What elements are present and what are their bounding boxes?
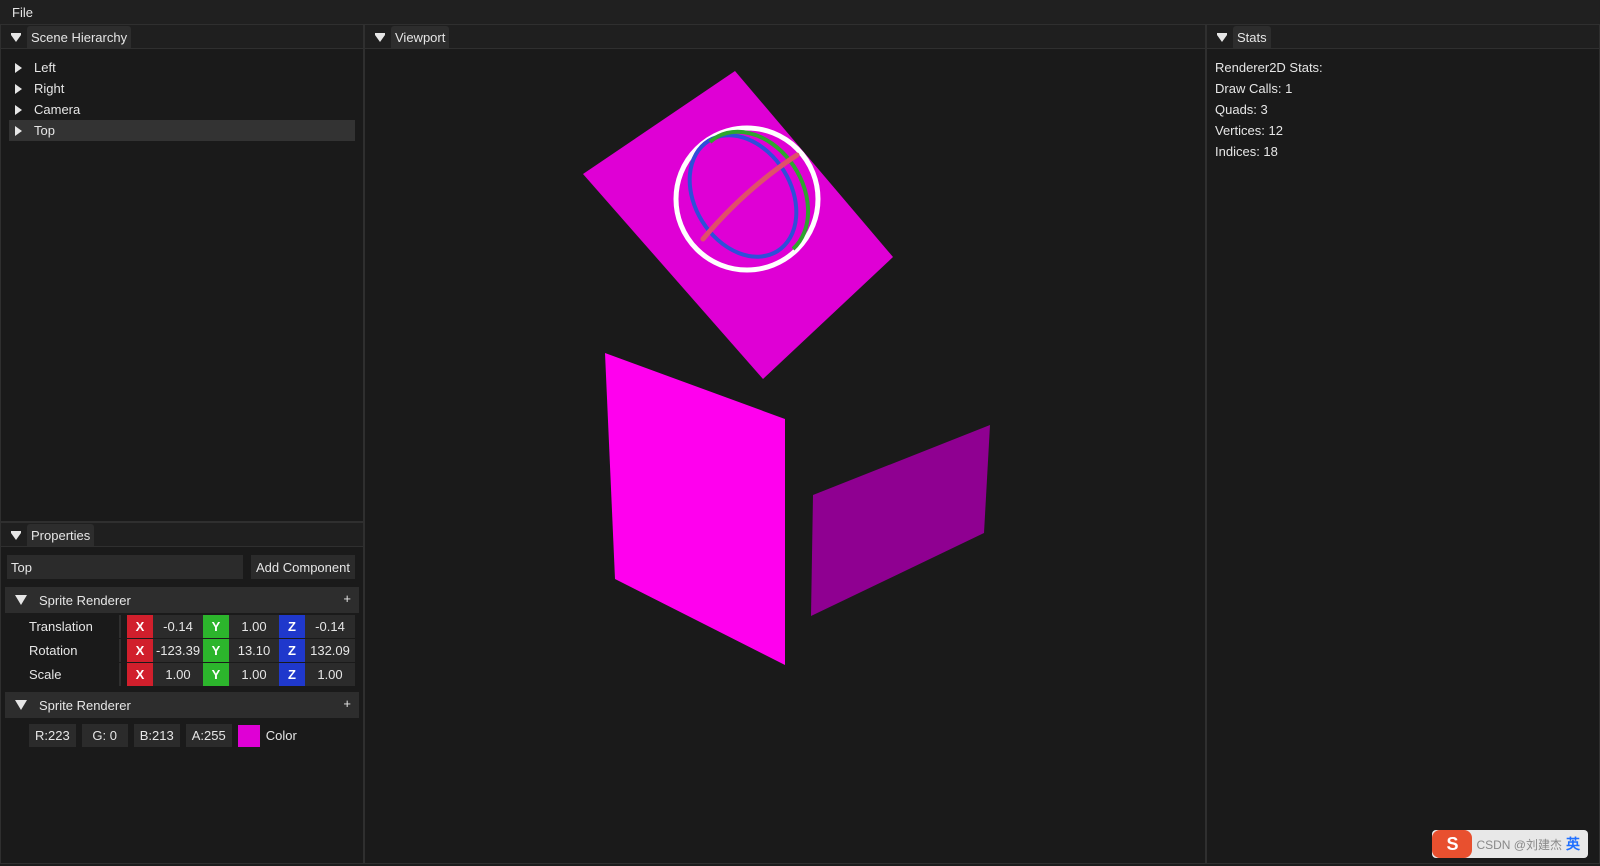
stat-quads: Quads: 3	[1215, 99, 1591, 120]
tree-item-label: Camera	[34, 102, 80, 117]
viewport-panel: Viewport	[364, 24, 1206, 864]
color-editor: R:223 G: 0 B:213 A:255 Color	[1, 724, 363, 747]
add-component-button[interactable]: Add Component	[251, 555, 355, 579]
component-title: Sprite Renderer	[39, 698, 131, 713]
tab-stats[interactable]: Stats	[1233, 26, 1271, 48]
left-quad[interactable]	[605, 353, 785, 665]
reset-y-button[interactable]: Y	[203, 639, 229, 662]
collapse-icon[interactable]	[1213, 28, 1231, 48]
tree-item-label: Left	[34, 60, 56, 75]
stats-heading: Renderer2D Stats:	[1215, 57, 1591, 78]
right-quad[interactable]	[811, 425, 990, 616]
reset-x-button[interactable]: X	[127, 615, 153, 638]
color-label: Color	[266, 728, 297, 743]
reset-z-button[interactable]: Z	[279, 639, 305, 662]
csdn-logo-icon: S	[1432, 830, 1472, 858]
translation-label: Translation	[1, 619, 119, 634]
rotation-row: Rotation X -123.39 Y 13.10 Z 132.09	[1, 639, 363, 662]
transform-fields: Translation X -0.14 Y 1.00 Z -0.14 Rotat…	[1, 615, 363, 686]
scene-hierarchy-panel: Scene Hierarchy Left Right Camera Top	[0, 24, 364, 522]
component-settings-button[interactable]: +	[343, 696, 351, 711]
expand-arrow-icon[interactable]	[15, 63, 22, 73]
tree-item-left[interactable]: Left	[9, 57, 355, 78]
color-b-field[interactable]: B:213	[134, 724, 180, 747]
color-a-field[interactable]: A:255	[186, 724, 232, 747]
tree-item-right[interactable]: Right	[9, 78, 355, 99]
tab-properties[interactable]: Properties	[27, 524, 94, 546]
collapse-icon[interactable]	[371, 28, 389, 48]
tree-item-top[interactable]: Top	[9, 120, 355, 141]
top-quad[interactable]	[583, 71, 893, 379]
tab-scene-hierarchy[interactable]: Scene Hierarchy	[27, 26, 131, 48]
color-swatch[interactable]	[238, 725, 260, 747]
component-settings-button[interactable]: +	[343, 591, 351, 606]
properties-panel: Properties Add Component Sprite Renderer…	[0, 522, 364, 864]
stat-vertices: Vertices: 12	[1215, 120, 1591, 141]
scale-z-field[interactable]: 1.00	[305, 663, 355, 686]
reset-y-button[interactable]: Y	[203, 615, 229, 638]
reset-x-button[interactable]: X	[127, 663, 153, 686]
component-title: Sprite Renderer	[39, 593, 131, 608]
translation-y-field[interactable]: 1.00	[229, 615, 279, 638]
scale-label: Scale	[1, 667, 119, 682]
translation-z-field[interactable]: -0.14	[305, 615, 355, 638]
stats-header: Stats	[1207, 25, 1599, 49]
rotation-x-field[interactable]: -123.39	[153, 639, 203, 662]
expand-arrow-icon[interactable]	[15, 105, 22, 115]
scene-tree: Left Right Camera Top	[1, 49, 363, 141]
stats-panel: Stats Renderer2D Stats: Draw Calls: 1 Qu…	[1206, 24, 1600, 864]
scene-render	[365, 49, 1205, 863]
rotation-label: Rotation	[1, 643, 119, 658]
stat-draw-calls: Draw Calls: 1	[1215, 78, 1591, 99]
scale-x-field[interactable]: 1.00	[153, 663, 203, 686]
properties-header: Properties	[1, 523, 363, 547]
tab-viewport[interactable]: Viewport	[391, 26, 449, 48]
color-g-field[interactable]: G: 0	[82, 724, 128, 747]
translation-x-field[interactable]: -0.14	[153, 615, 203, 638]
viewport-canvas[interactable]	[365, 49, 1205, 863]
transform-component-header[interactable]: Sprite Renderer +	[5, 587, 359, 613]
scene-hierarchy-header: Scene Hierarchy	[1, 25, 363, 49]
watermark: S CSDN @刘建杰 英	[1432, 830, 1588, 858]
menu-bar: File	[0, 0, 1600, 24]
scale-row: Scale X 1.00 Y 1.00 Z 1.00	[1, 663, 363, 686]
stat-indices: Indices: 18	[1215, 141, 1591, 162]
entity-row: Add Component	[1, 547, 363, 579]
tree-item-camera[interactable]: Camera	[9, 99, 355, 120]
collapse-icon[interactable]	[15, 595, 27, 605]
reset-x-button[interactable]: X	[127, 639, 153, 662]
watermark-text: CSDN @刘建杰	[1476, 836, 1562, 853]
reset-z-button[interactable]: Z	[279, 663, 305, 686]
collapse-icon[interactable]	[7, 526, 25, 546]
reset-z-button[interactable]: Z	[279, 615, 305, 638]
entity-name-input[interactable]	[7, 555, 243, 579]
rotation-y-field[interactable]: 13.10	[229, 639, 279, 662]
stats-body: Renderer2D Stats: Draw Calls: 1 Quads: 3…	[1207, 49, 1599, 170]
ime-indicator-icon: 英	[1566, 834, 1580, 854]
color-r-field[interactable]: R:223	[29, 724, 76, 747]
rotation-z-field[interactable]: 132.09	[305, 639, 355, 662]
expand-arrow-icon[interactable]	[15, 84, 22, 94]
reset-y-button[interactable]: Y	[203, 663, 229, 686]
translation-row: Translation X -0.14 Y 1.00 Z -0.14	[1, 615, 363, 638]
tree-item-label: Right	[34, 81, 64, 96]
viewport-header: Viewport	[365, 25, 1205, 49]
menu-file[interactable]: File	[0, 5, 45, 20]
tree-item-label: Top	[34, 123, 55, 138]
scale-y-field[interactable]: 1.00	[229, 663, 279, 686]
expand-arrow-icon[interactable]	[15, 126, 22, 136]
collapse-icon[interactable]	[15, 700, 27, 710]
collapse-icon[interactable]	[7, 28, 25, 48]
sprite-renderer-header[interactable]: Sprite Renderer +	[5, 692, 359, 718]
